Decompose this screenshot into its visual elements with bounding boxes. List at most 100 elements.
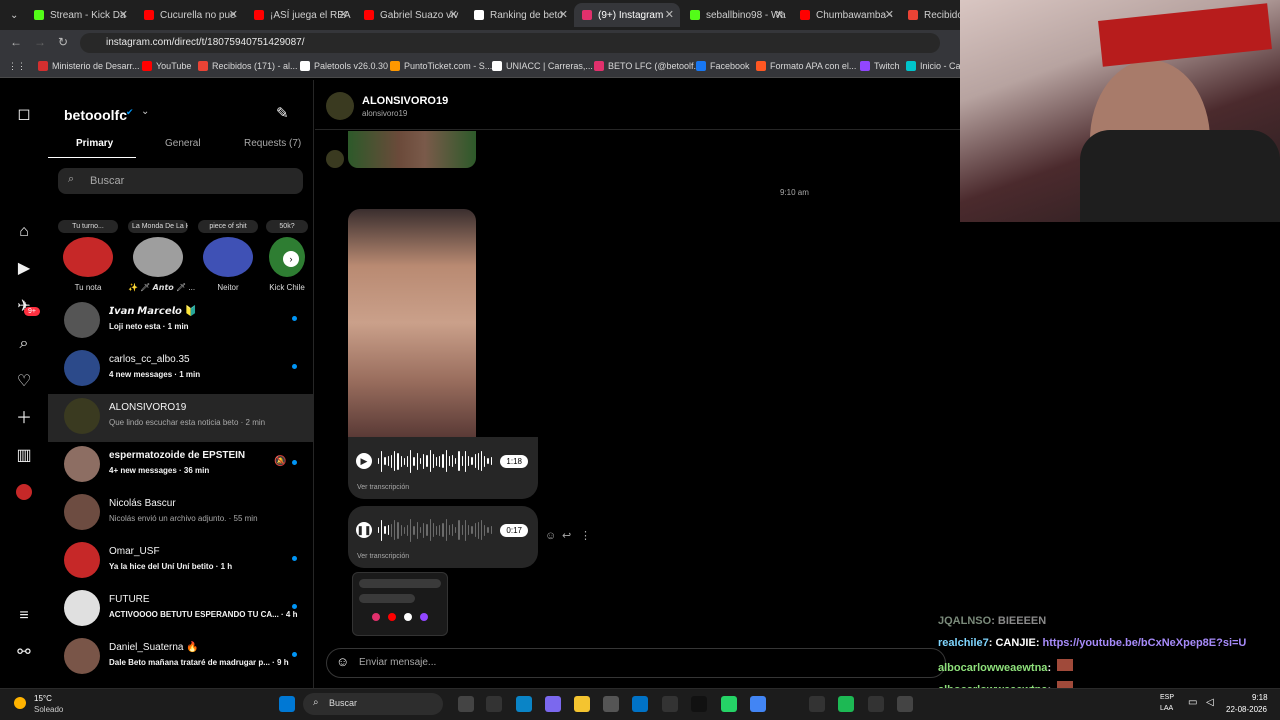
transcript-link[interactable]: Ver transcripción: [357, 553, 409, 560]
emoji-icon[interactable]: ☺: [336, 654, 349, 669]
conversation-item[interactable]: Daniel_Suaterna 🔥 Dale Beto mañana tratar…: [48, 634, 314, 682]
browser-tab-1[interactable]: Cucurella no pue ✕: [136, 3, 244, 27]
account-username[interactable]: betooolfc: [64, 107, 127, 123]
conversation-item[interactable]: espermatozoide de EPSTEIN 4+ new messages…: [48, 442, 314, 490]
browser-tab-4[interactable]: Ranking de beto ✕: [466, 3, 574, 27]
widgets-icon[interactable]: [486, 696, 502, 712]
chevron-down-icon[interactable]: ⌄: [141, 106, 149, 117]
tab-requests[interactable]: Requests (7): [244, 138, 301, 149]
voice-message[interactable]: ❚❚ 0:17 Ver transcripción: [348, 506, 538, 568]
task-view-icon[interactable]: [458, 696, 474, 712]
app-icon[interactable]: [868, 696, 884, 712]
browser-tab-3[interactable]: Gabriel Suazo viv ✕: [356, 3, 464, 27]
audio-waveform[interactable]: [378, 447, 492, 475]
apps-icon[interactable]: ⋮⋮: [8, 61, 26, 72]
shared-media-thumbnail[interactable]: [348, 131, 476, 168]
clock-time[interactable]: 9:18: [1252, 693, 1268, 702]
app-icon[interactable]: [809, 696, 825, 712]
more-options-icon[interactable]: ⋮: [580, 529, 591, 542]
bookmark-4[interactable]: PuntoTicket.com - S...: [390, 61, 492, 71]
browser-tab-0[interactable]: Stream - Kick Da ✕: [26, 3, 134, 27]
menu-icon[interactable]: ≡: [14, 606, 34, 626]
story-note-2[interactable]: piece of shit Neitor: [198, 220, 258, 292]
conversation-item[interactable]: Nicolás Bascur Nicolás envió un archivo a…: [48, 490, 314, 538]
app-icon[interactable]: [545, 696, 561, 712]
new-message-icon[interactable]: ✎: [276, 104, 289, 122]
weather-icon[interactable]: [14, 697, 26, 709]
close-icon[interactable]: ✕: [229, 8, 238, 21]
shared-screenshot-thumbnail[interactable]: [352, 572, 448, 636]
react-icon[interactable]: ☺: [545, 530, 556, 542]
play-icon[interactable]: ▶: [356, 453, 372, 469]
voice-message[interactable]: ▶ 1:18 Ver transcripción: [348, 437, 538, 499]
tab-primary[interactable]: Primary: [76, 138, 113, 149]
story-note-0[interactable]: Tu turno... Tu nota: [58, 220, 118, 292]
browser-tab-2[interactable]: ¡ASÍ juega el REA ✕: [246, 3, 354, 27]
browser-tab-8[interactable]: Recibidos (: [900, 3, 960, 27]
tab-general[interactable]: General: [165, 138, 201, 149]
audio-waveform[interactable]: [378, 516, 492, 544]
conversation-item[interactable]: Omar_USF Ya la hice del Uní Uní betito · …: [48, 538, 314, 586]
close-icon[interactable]: ✕: [339, 8, 348, 21]
transcript-link[interactable]: Ver transcripción: [357, 484, 409, 491]
file-explorer-icon[interactable]: [574, 696, 590, 712]
close-icon[interactable]: ✕: [119, 8, 128, 21]
taskbar-search[interactable]: Buscar: [303, 693, 443, 715]
search-input[interactable]: Buscar: [58, 168, 303, 194]
heart-icon[interactable]: ♡: [14, 372, 34, 392]
shared-video[interactable]: [348, 209, 476, 437]
reload-icon[interactable]: ↻: [58, 35, 68, 49]
conversation-item[interactable]: FUTURE ACTIVOOOO BETUTU ESPERANDO TU CA..…: [48, 586, 314, 634]
conversation-item[interactable]: carlos_cc_albo.35 4 new messages · 1 min: [48, 346, 314, 394]
browser-tab-6[interactable]: seballbino98 - Wa ✕: [682, 3, 790, 27]
close-icon[interactable]: ✕: [559, 8, 568, 21]
outlook-icon[interactable]: [632, 696, 648, 712]
message-input[interactable]: Enviar mensaje...: [326, 648, 946, 678]
back-icon[interactable]: ←: [10, 35, 22, 49]
bookmark-9[interactable]: Twitch: [860, 61, 900, 71]
browser-tab-7[interactable]: Chumbawamba - ✕: [792, 3, 900, 27]
chrome-icon[interactable]: [750, 696, 766, 712]
browser-tab-active[interactable]: (9+) Instagram ✕: [574, 3, 680, 27]
chat-avatar[interactable]: [326, 92, 354, 120]
reels-icon[interactable]: ▶: [14, 259, 34, 279]
chat-title[interactable]: ALONSIVORO19: [362, 95, 448, 107]
close-icon[interactable]: ✕: [775, 8, 784, 21]
address-bar[interactable]: instagram.com/direct/t/18075940751429087…: [80, 33, 940, 53]
close-icon[interactable]: ✕: [885, 8, 894, 21]
volume-icon[interactable]: ◁: [1206, 697, 1214, 708]
story-note-1[interactable]: La Monda De La Rose, Ry...✨ 🗡 𝘼𝙣𝙩𝙤 🗡 ...: [128, 220, 195, 292]
bookmark-1[interactable]: YouTube: [142, 61, 191, 71]
edge-icon[interactable]: [516, 696, 532, 712]
bookmark-0[interactable]: Ministerio de Desarr...: [38, 61, 140, 71]
tiktok-icon[interactable]: [691, 696, 707, 712]
bookmark-5[interactable]: UNIACC | Carreras,...: [492, 61, 593, 71]
bookmark-8[interactable]: Formato APA con el...: [756, 61, 856, 71]
conversation-item[interactable]: 𝙄𝙫𝙖𝙣 𝙈𝙖𝙧𝙘𝙚𝙡𝙤 🔰 Loji neto esta · 1 min: [48, 298, 314, 346]
search-icon[interactable]: ⌕: [14, 334, 34, 354]
chevron-right-icon[interactable]: ›: [283, 251, 299, 267]
bookmark-2[interactable]: Recibidos (171) - al...: [198, 61, 298, 71]
bookmark-7[interactable]: Facebook: [696, 61, 750, 71]
network-icon[interactable]: ▭: [1188, 697, 1197, 708]
app-icon[interactable]: [897, 696, 913, 712]
close-icon[interactable]: ✕: [449, 8, 458, 21]
forward-icon[interactable]: →: [34, 35, 46, 49]
windows-start-icon[interactable]: [279, 696, 295, 712]
bookmark-6[interactable]: BETO LFC (@betoolf...: [594, 61, 701, 71]
store-icon[interactable]: [603, 696, 619, 712]
obs-icon[interactable]: [662, 696, 678, 712]
conversation-item-selected[interactable]: ALONSIVORO19 Que lindo escuchar esta noti…: [48, 394, 314, 442]
bookmark-3[interactable]: Paletools v26.0.30: [300, 61, 388, 71]
dashboard-icon[interactable]: ▥: [14, 446, 34, 466]
spotify-icon[interactable]: [838, 696, 854, 712]
profile-avatar[interactable]: [14, 484, 34, 504]
tab-search-menu[interactable]: ⌄: [2, 3, 26, 27]
reply-icon[interactable]: ↩: [562, 529, 571, 542]
pause-icon[interactable]: ❚❚: [356, 522, 372, 538]
instagram-logo-icon[interactable]: ◻: [14, 105, 34, 125]
home-icon[interactable]: ⌂: [14, 222, 34, 242]
create-icon[interactable]: ＋: [14, 409, 34, 429]
whatsapp-icon[interactable]: [721, 696, 737, 712]
close-icon[interactable]: ✕: [665, 8, 674, 21]
